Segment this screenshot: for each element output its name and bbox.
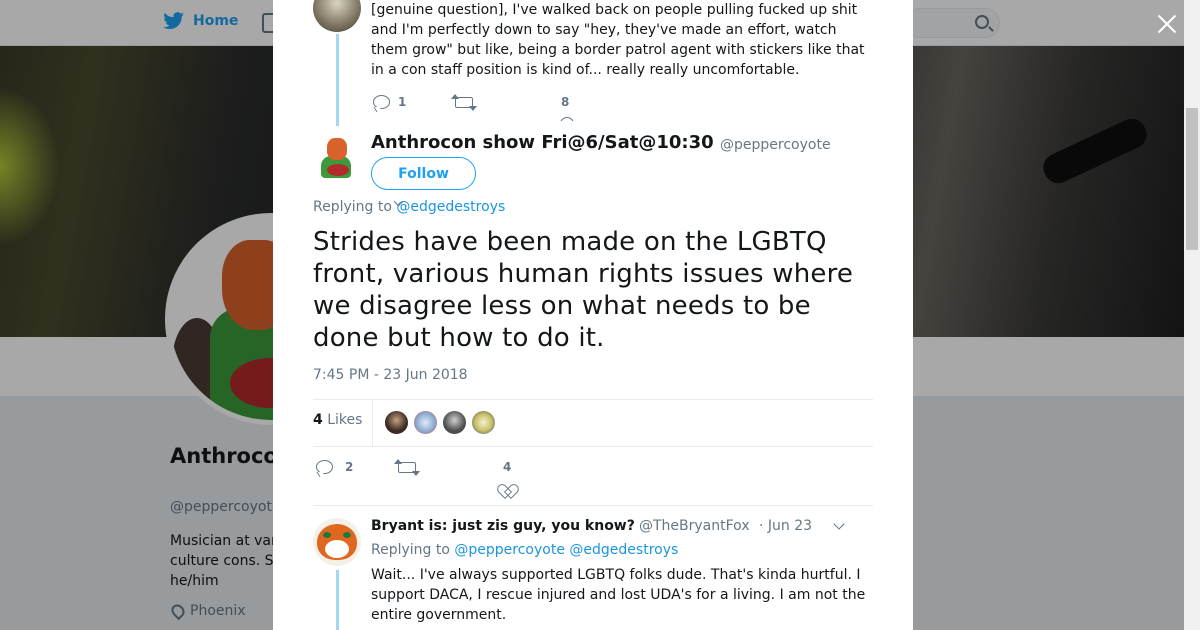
main-tweet-replying-to: Replying to @edgedestroys bbox=[313, 199, 505, 215]
replying-prefix: Replying to bbox=[371, 542, 450, 558]
reply-tweet-author-handle[interactable]: @TheBryantFox bbox=[639, 518, 750, 534]
reply-icon bbox=[373, 95, 390, 109]
reply-tweet-avatar[interactable] bbox=[313, 518, 361, 566]
scrollbar[interactable] bbox=[1184, 0, 1200, 630]
mention-link[interactable]: @edgedestroys bbox=[396, 199, 505, 215]
thread-line bbox=[336, 34, 339, 126]
main-tweet-author-name[interactable]: Anthrocon show Fri@6/Sat@10:30 bbox=[371, 132, 714, 153]
likes-stat[interactable]: 4 Likes bbox=[313, 412, 362, 428]
stat-divider bbox=[372, 400, 373, 446]
retweet-icon bbox=[451, 94, 477, 111]
liker-avatar[interactable] bbox=[413, 410, 438, 435]
divider bbox=[313, 399, 873, 400]
main-retweet-action[interactable] bbox=[394, 459, 420, 476]
main-tweet-author-handle[interactable]: @peppercoyote bbox=[720, 137, 831, 153]
prev-reply-count: 1 bbox=[398, 95, 407, 109]
main-tweet-timestamp[interactable]: 7:45 PM - 23 Jun 2018 bbox=[313, 367, 468, 383]
heart-icon bbox=[501, 485, 517, 500]
reply-tweet-time[interactable]: · Jun 23 bbox=[759, 518, 812, 534]
divider bbox=[313, 505, 873, 506]
scrollbar-thumb[interactable] bbox=[1186, 108, 1198, 250]
avatar-muzzle bbox=[325, 540, 349, 558]
liker-avatar[interactable] bbox=[442, 410, 467, 435]
avatar-eye bbox=[343, 532, 351, 538]
divider bbox=[313, 446, 873, 447]
replying-prefix: Replying to bbox=[313, 199, 392, 215]
prev-heart-icon[interactable] bbox=[560, 117, 574, 121]
liker-avatar[interactable] bbox=[471, 410, 496, 435]
avatar-face bbox=[327, 138, 347, 160]
reply-tweet-replying-to: Replying to @peppercoyote @edgedestroys bbox=[371, 542, 678, 558]
mention-link[interactable]: @peppercoyote bbox=[454, 542, 565, 558]
follow-button[interactable]: Follow bbox=[371, 157, 476, 190]
likes-stat-count: 4 bbox=[313, 412, 323, 428]
chevron-down-icon[interactable] bbox=[833, 518, 845, 530]
close-icon[interactable] bbox=[1155, 12, 1179, 36]
prev-like-count: 8 bbox=[561, 95, 570, 109]
main-like-count-wrap[interactable]: 4 bbox=[503, 460, 511, 474]
prev-retweet-action[interactable] bbox=[451, 94, 477, 111]
main-reply-count: 2 bbox=[345, 460, 354, 474]
likes-stat-label: Likes bbox=[327, 412, 363, 428]
prev-tweet-text: [genuine question], I've walked back on … bbox=[371, 2, 865, 78]
reply-tweet-author-name[interactable]: Bryant is: just zis guy, you know? bbox=[371, 518, 635, 534]
thread-line bbox=[336, 570, 339, 630]
reply-tweet-text: Wait... I've always supported LGBTQ folk… bbox=[371, 567, 866, 623]
prev-tweet-avatar[interactable] bbox=[313, 0, 361, 32]
main-tweet-text: Strides have been made on the LGBTQ fron… bbox=[313, 227, 854, 353]
prev-reply-action[interactable]: 1 bbox=[373, 95, 406, 109]
retweet-icon bbox=[394, 459, 420, 476]
reply-icon bbox=[316, 460, 333, 474]
prev-like-action[interactable]: 8 bbox=[561, 95, 569, 109]
main-tweet-avatar[interactable] bbox=[313, 134, 361, 182]
main-like-count: 4 bbox=[503, 460, 512, 474]
avatar-eye bbox=[323, 532, 331, 538]
liker-avatar[interactable] bbox=[384, 410, 409, 435]
tweet-modal: [genuine question], I've walked back on … bbox=[273, 0, 913, 630]
main-reply-action[interactable]: 2 bbox=[316, 460, 353, 474]
avatar-guitar bbox=[327, 164, 349, 176]
mention-link[interactable]: @edgedestroys bbox=[569, 542, 678, 558]
main-like-action[interactable] bbox=[501, 485, 517, 500]
